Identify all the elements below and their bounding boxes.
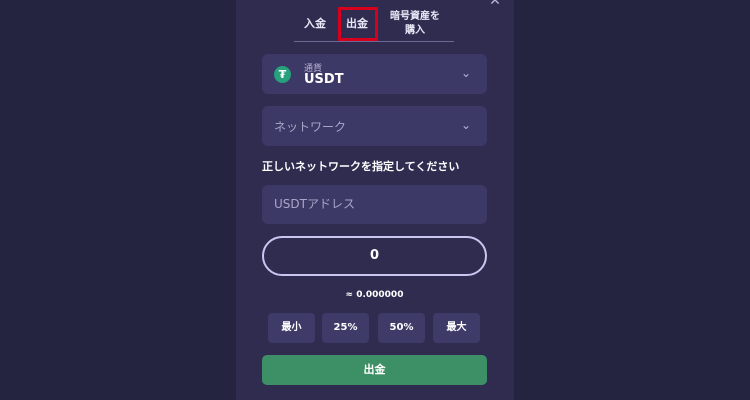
tab-buy-crypto-label-line2: 購入 (405, 25, 425, 36)
network-select[interactable]: ネットワーク ⌄ (262, 106, 487, 146)
percent-50-button[interactable]: 50% (378, 313, 425, 343)
tab-buy-crypto[interactable]: 暗号資産を 購入 (378, 10, 452, 38)
amount-input[interactable]: 0 (262, 236, 487, 276)
max-button[interactable]: 最大 (433, 313, 480, 343)
withdraw-button[interactable]: 出金 (262, 355, 487, 385)
close-icon[interactable]: ✕ (488, 0, 502, 8)
annotation-highlight-box (338, 7, 378, 41)
network-instruction: 正しいネットワークを指定してください (262, 160, 460, 173)
currency-value: USDT (304, 72, 344, 87)
address-input[interactable] (274, 195, 474, 213)
percent-25-button[interactable]: 25% (322, 313, 369, 343)
tab-deposit[interactable]: 入金 (294, 15, 336, 31)
approx-value: ≈ 0.000000 (345, 290, 404, 300)
tab-underline (294, 41, 454, 42)
tab-buy-crypto-label-line1: 暗号資産を (390, 11, 440, 22)
tether-icon: ₮ (274, 66, 291, 83)
chevron-down-icon: ⌄ (460, 118, 471, 132)
network-placeholder: ネットワーク (274, 120, 347, 134)
currency-select[interactable]: ₮ 通貨 USDT ⌄ (262, 54, 487, 94)
chevron-down-icon: ⌄ (460, 66, 471, 80)
address-field[interactable] (262, 185, 487, 224)
min-button[interactable]: 最小 (268, 313, 315, 343)
